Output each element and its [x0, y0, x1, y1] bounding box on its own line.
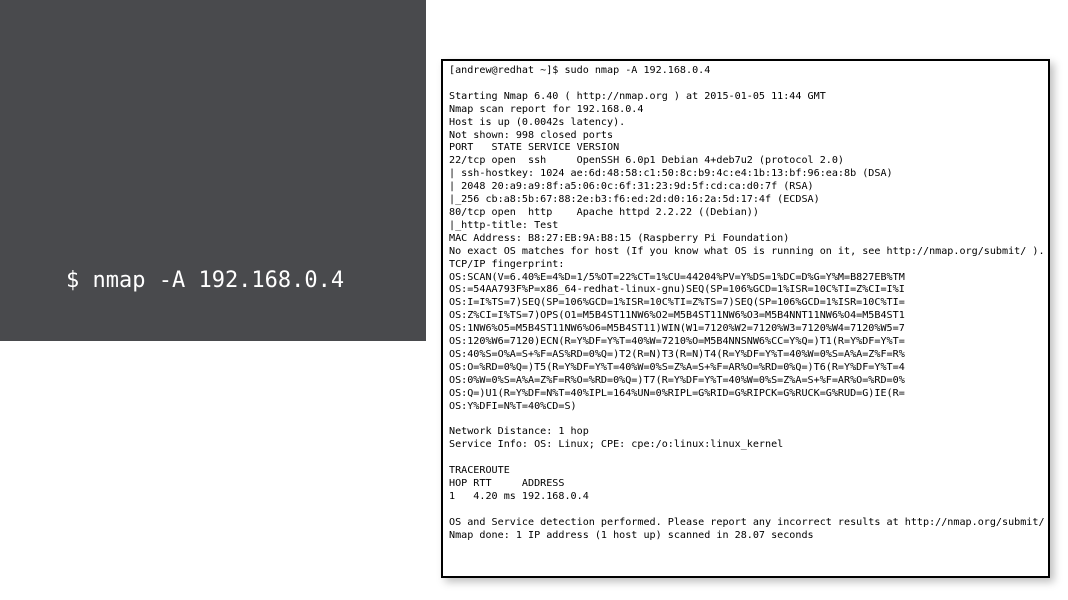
command-summary-panel: $ nmap -A 192.168.0.4 — [0, 0, 426, 341]
command-summary-text: $ nmap -A 192.168.0.4 — [66, 268, 344, 293]
terminal-output-text: [andrew@redhat ~]$ sudo nmap -A 192.168.… — [449, 65, 1042, 543]
terminal-output-window: [andrew@redhat ~]$ sudo nmap -A 192.168.… — [441, 59, 1050, 578]
